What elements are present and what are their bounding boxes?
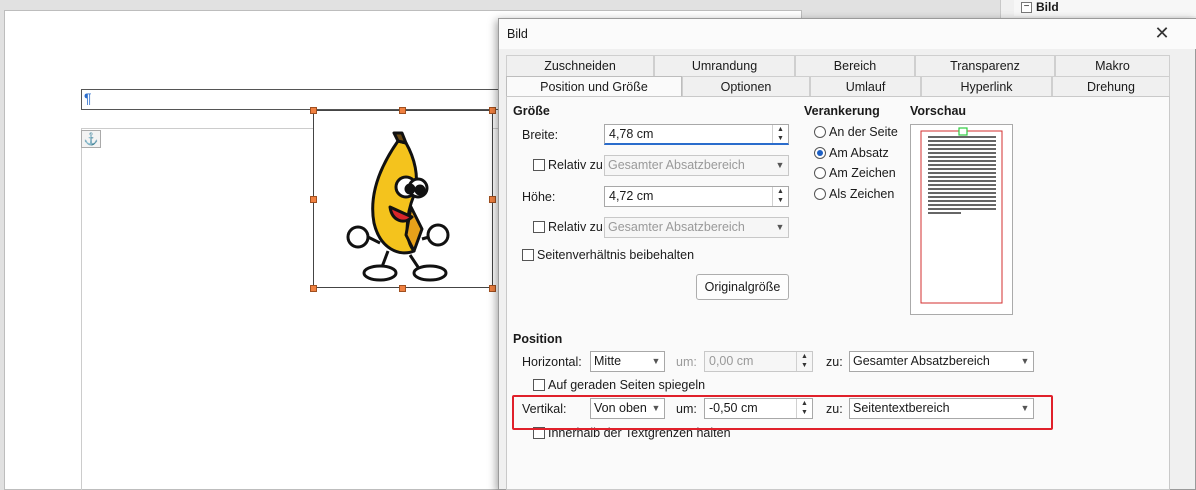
paragraph-line[interactable] xyxy=(81,89,501,110)
original-size-button[interactable]: Originalgröße xyxy=(696,274,789,300)
anchor-as-character-label: Als Zeichen xyxy=(829,187,895,201)
resize-handle-right[interactable] xyxy=(489,196,496,203)
anchor-paragraph-label: Am Absatz xyxy=(829,146,889,160)
relative-width-value: Gesamter Absatzbereich xyxy=(608,158,745,172)
width-label: Breite: xyxy=(522,128,559,142)
width-value: 4,78 cm xyxy=(609,127,654,141)
anchor-page-label: An der Seite xyxy=(829,125,898,139)
collapse-icon[interactable]: − xyxy=(1021,2,1032,13)
chevron-down-icon: ▼ xyxy=(1020,356,1030,366)
size-heading: Größe xyxy=(513,104,550,118)
sidebar-title: Bild xyxy=(1036,0,1059,14)
horizontal-to-label: zu: xyxy=(826,355,843,369)
tab-position-und-groesse[interactable]: Position und Größe xyxy=(506,76,682,97)
relative-width-label: Relativ zu: xyxy=(548,158,607,172)
chevron-down-icon: ▼ xyxy=(651,356,661,366)
relative-height-checkbox[interactable] xyxy=(533,221,545,233)
horizontal-label: Horizontal: xyxy=(522,355,582,369)
relative-width-checkbox[interactable] xyxy=(533,159,545,171)
pilcrow-mark: ¶ xyxy=(84,90,92,106)
anchor-page-radio[interactable] xyxy=(814,126,826,138)
anchor-as-character-radio[interactable] xyxy=(814,188,826,200)
tab-optionen[interactable]: Optionen xyxy=(682,76,810,97)
keep-ratio-checkbox[interactable] xyxy=(522,249,534,261)
banana-image xyxy=(346,131,450,282)
horizontal-to-select[interactable]: Gesamter Absatzbereich ▼ xyxy=(849,351,1034,372)
resize-handle-bottom-left[interactable] xyxy=(310,285,317,292)
tab-hyperlink[interactable]: Hyperlink xyxy=(921,76,1052,97)
resize-handle-left[interactable] xyxy=(310,196,317,203)
selected-image[interactable] xyxy=(313,110,493,288)
horizontal-by-value: 0,00 cm xyxy=(709,354,754,368)
anchor-paragraph-radio[interactable] xyxy=(814,147,826,159)
spin-arrows-icon[interactable]: ▲ ▼ xyxy=(772,125,788,143)
keep-ratio-label: Seitenverhältnis beibehalten xyxy=(537,248,695,262)
horizontal-by-spinbox[interactable]: 0,00 cm ▲ ▼ xyxy=(704,351,813,372)
resize-handle-bottom-right[interactable] xyxy=(489,285,496,292)
tab-makro[interactable]: Makro xyxy=(1055,55,1170,76)
tab-bereich[interactable]: Bereich xyxy=(795,55,915,76)
mirror-checkbox[interactable] xyxy=(533,379,545,391)
preview-panel xyxy=(910,124,1013,315)
preview-graphic xyxy=(920,127,1003,304)
horizontal-to-value: Gesamter Absatzbereich xyxy=(853,354,990,368)
relative-height-label: Relativ zu: xyxy=(548,220,607,234)
resize-handle-top[interactable] xyxy=(399,107,406,114)
mirror-label: Auf geraden Seiten spiegeln xyxy=(548,378,706,392)
height-label: Höhe: xyxy=(522,190,556,204)
width-spinbox[interactable]: 4,78 cm ▲ ▼ xyxy=(604,124,789,145)
position-heading: Position xyxy=(513,332,563,346)
highlight-annotation xyxy=(512,395,1053,430)
chevron-down-icon: ▼ xyxy=(775,160,785,170)
spin-arrows-icon[interactable]: ▲ ▼ xyxy=(796,352,812,371)
preview-heading: Vorschau xyxy=(910,104,967,118)
resize-handle-bottom[interactable] xyxy=(399,285,406,292)
relative-height-select[interactable]: Gesamter Absatzbereich ▼ xyxy=(604,217,789,238)
spin-arrows-icon[interactable]: ▲ ▼ xyxy=(772,187,788,206)
anchor-icon[interactable]: ⚓ xyxy=(81,130,101,148)
tab-zuschneiden[interactable]: Zuschneiden xyxy=(506,55,654,76)
height-value: 4,72 cm xyxy=(609,189,654,203)
anchor-character-label: Am Zeichen xyxy=(829,166,896,180)
dialog-titlebar xyxy=(499,19,1196,49)
dialog-title: Bild xyxy=(507,27,528,41)
chevron-down-icon: ▼ xyxy=(775,222,785,232)
tab-umrandung[interactable]: Umrandung xyxy=(654,55,795,76)
close-icon[interactable]: ✕ xyxy=(1152,24,1172,44)
horizontal-select[interactable]: Mitte ▼ xyxy=(590,351,665,372)
tab-transparenz[interactable]: Transparenz xyxy=(915,55,1055,76)
tab-umlauf[interactable]: Umlauf xyxy=(810,76,921,97)
relative-height-value: Gesamter Absatzbereich xyxy=(608,220,745,234)
height-spinbox[interactable]: 4,72 cm ▲ ▼ xyxy=(604,186,789,207)
relative-width-select[interactable]: Gesamter Absatzbereich ▼ xyxy=(604,155,789,176)
tab-drehung[interactable]: Drehung xyxy=(1052,76,1170,97)
anchor-heading: Verankerung xyxy=(804,104,880,118)
horizontal-by-label: um: xyxy=(676,355,697,369)
resize-handle-top-right[interactable] xyxy=(489,107,496,114)
anchor-character-radio[interactable] xyxy=(814,167,826,179)
horizontal-value: Mitte xyxy=(594,354,622,368)
resize-handle-top-left[interactable] xyxy=(310,107,317,114)
